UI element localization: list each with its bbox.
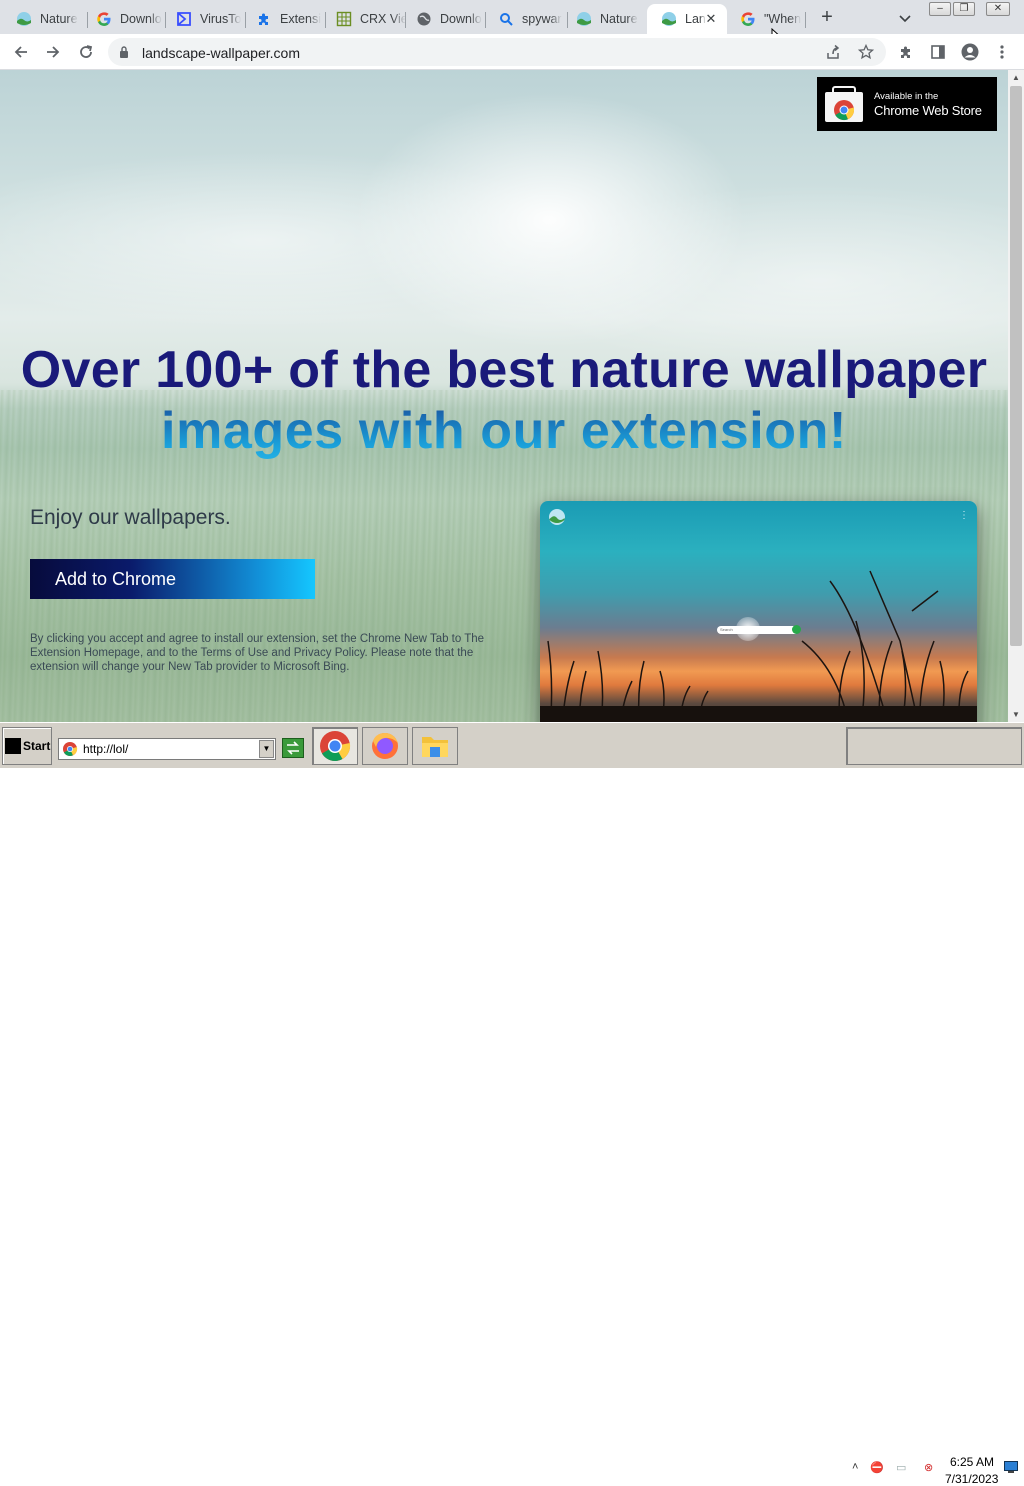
tray-expand-icon[interactable]: ˄ (852, 1461, 866, 1477)
tab-spyware[interactable]: spywar (484, 4, 568, 34)
add-to-chrome-button[interactable]: Add to Chrome (30, 559, 315, 599)
tab-downloads-2[interactable]: Downlo (402, 4, 486, 34)
tab-nature-2[interactable]: Nature (562, 4, 648, 34)
share-button[interactable] (819, 38, 847, 66)
taskbar-firefox-button[interactable] (362, 727, 408, 765)
forward-arrow-icon (47, 46, 60, 58)
file-explorer-icon (422, 737, 448, 757)
page-viewport: Available in the Chrome Web Store Over 1… (0, 70, 1008, 722)
tab-when[interactable]: "When (726, 4, 806, 34)
kebab-menu-icon (1000, 45, 1004, 59)
back-button[interactable] (7, 38, 35, 66)
start-label: Start (23, 739, 51, 753)
google-icon (96, 11, 112, 27)
firefox-icon (372, 733, 398, 759)
back-arrow-icon (14, 46, 27, 58)
clock-time[interactable]: 6:25 AM (950, 1455, 994, 1469)
headline-line-1: Over 100+ of the best nature wallpaper (20, 341, 988, 399)
star-icon (858, 44, 874, 60)
puzzle-icon (901, 46, 910, 58)
address-bar[interactable]: landscape-wallpaper.com (108, 38, 886, 66)
chrome-web-store-icon (825, 86, 863, 122)
globe-icon (416, 11, 432, 27)
reload-button[interactable] (72, 38, 100, 66)
tab-crx-viewer[interactable]: CRX Vie (322, 4, 406, 34)
tab-downloads-1[interactable]: Downlo (82, 4, 166, 34)
forward-button[interactable] (39, 38, 67, 66)
new-tab-button[interactable]: + (815, 6, 839, 30)
tab-search-chevron-icon[interactable] (893, 6, 917, 30)
browser-toolbar: landscape-wallpaper.com (0, 34, 1024, 70)
share-icon (827, 44, 840, 59)
go-arrows-icon (287, 741, 299, 755)
puzzle-icon (256, 11, 272, 27)
close-window-button[interactable]: ✕ (986, 2, 1010, 16)
clock-date[interactable]: 7/31/2023 (945, 1472, 998, 1486)
close-tab-icon[interactable]: ✕ (703, 11, 719, 27)
search-icon (498, 11, 514, 27)
tab-strip: Nature Downlo VirusTo Extensi CRX Vie Do (0, 0, 1024, 48)
chrome-web-store-badge[interactable]: Available in the Chrome Web Store (817, 77, 997, 131)
avatar-icon (961, 43, 979, 61)
system-tray (846, 727, 1022, 765)
tab-extensions[interactable]: Extensi (242, 4, 326, 34)
google-icon (740, 11, 756, 27)
chrome-icon (320, 731, 351, 762)
badge-small-text: Available in the (874, 91, 939, 102)
chrome-small-icon (63, 742, 78, 756)
taskbar-file-explorer-button[interactable] (412, 727, 458, 765)
security-alert-icon[interactable]: ⊗ (924, 1461, 938, 1477)
crx-viewer-icon (336, 11, 352, 27)
reload-icon (80, 45, 93, 58)
go-button[interactable] (282, 738, 304, 758)
extensions-button[interactable] (892, 38, 920, 66)
wallpaper-preview-image: ⋮ Search (540, 501, 977, 722)
start-button[interactable]: Start (2, 727, 52, 765)
volume-icon[interactable]: ▭ (896, 1461, 910, 1477)
taskbar-address-text: http://lol/ (83, 742, 129, 756)
taskbar-address-field[interactable]: http://lol/ ▼ (58, 738, 276, 760)
scroll-up-arrow-icon[interactable]: ▲ (1012, 73, 1020, 82)
tagline: Enjoy our wallpapers. (30, 506, 231, 529)
lock-icon[interactable] (118, 45, 130, 64)
show-desktop-icon[interactable] (1004, 1461, 1020, 1477)
tab-landscape-active[interactable]: Lan ✕ (647, 4, 727, 34)
side-panel-button[interactable] (924, 38, 952, 66)
taskbar: Start http://lol/ ▼ ˄ ⛔ ▭ ⊗ 6:25 AM 7/31… (0, 722, 1024, 1486)
network-error-icon[interactable]: ⛔ (870, 1461, 884, 1477)
vertical-scrollbar[interactable]: ▲ ▼ (1008, 70, 1024, 722)
badge-big-text: Chrome Web Store (874, 103, 982, 118)
profile-button[interactable] (956, 38, 984, 66)
scrollbar-thumb[interactable] (1010, 86, 1022, 646)
virustotal-icon (176, 11, 192, 27)
restore-button[interactable]: ❐ (953, 2, 975, 16)
windows-logo-icon (5, 738, 21, 754)
disclaimer-text: By clicking you accept and agree to inst… (30, 633, 485, 673)
landscape-favicon-icon (661, 11, 677, 27)
menu-button[interactable] (988, 38, 1016, 66)
minimize-button[interactable]: – (929, 2, 951, 16)
url-text: landscape-wallpaper.com (142, 45, 300, 61)
dropdown-arrow-icon[interactable]: ▼ (259, 740, 274, 758)
landscape-favicon-icon (16, 11, 32, 27)
scroll-down-arrow-icon[interactable]: ▼ (1012, 710, 1020, 719)
headline-line-2: images with our extension! (0, 400, 1008, 462)
taskbar-chrome-button[interactable] (312, 727, 358, 765)
bookmark-button[interactable] (852, 38, 880, 66)
tab-nature-1[interactable]: Nature (2, 4, 88, 34)
tab-virustotal[interactable]: VirusTo (162, 4, 246, 34)
grass-silhouette (540, 570, 977, 722)
side-panel-icon (931, 45, 945, 59)
landscape-favicon-icon (576, 11, 592, 27)
